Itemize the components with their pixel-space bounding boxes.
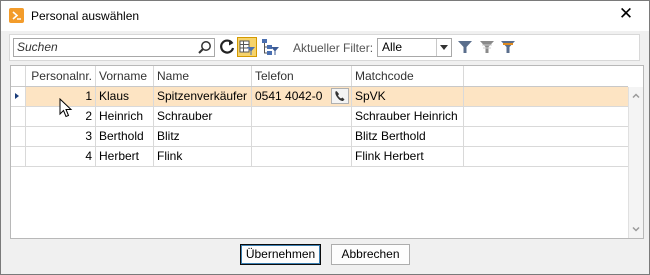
table-row[interactable]: 3 Berthold Blitz Blitz Berthold [11,127,628,147]
filter-select[interactable]: Alle [377,38,452,57]
column-header-name[interactable]: Name [154,66,252,86]
table-row[interactable]: 1 Klaus Spitzenverkäufer 0541 4042-0 SpV… [11,87,628,107]
cell-empty [464,127,628,146]
column-header-empty [464,66,628,86]
apply-button[interactable]: Übernehmen [240,244,321,265]
search-box[interactable] [13,38,215,57]
filter-label: Aktueller Filter: [293,41,374,55]
row-indicator [11,107,26,126]
telefon-value: 0541 4042-0 [255,89,323,103]
filter-clear-icon[interactable] [477,37,497,57]
column-header-matchcode[interactable]: Matchcode [352,66,464,86]
filter-icon[interactable] [455,37,475,57]
row-indicator [11,147,26,166]
cell-telefon[interactable] [252,127,352,146]
cell-telefon[interactable] [252,147,352,166]
search-icon[interactable] [197,40,212,55]
cell-matchcode[interactable]: Blitz Berthold [352,127,464,146]
refresh-icon[interactable] [217,37,237,57]
table-row[interactable]: 4 Herbert Flink Flink Herbert [11,147,628,167]
cell-personalnr[interactable]: 3 [26,127,96,146]
vertical-scrollbar[interactable] [628,87,643,238]
personal-table: Personalnr. Vorname Name Telefon Matchco… [10,65,644,239]
cell-matchcode[interactable]: Schrauber Heinrich [352,107,464,126]
cell-vorname[interactable]: Herbert [96,147,154,166]
cell-empty [464,147,628,166]
title-bar[interactable]: Personal auswählen ✕ [1,1,649,31]
app-icon [9,8,24,23]
table-row[interactable]: 2 Heinrich Schrauber Schrauber Heinrich [11,107,628,127]
window-title: Personal auswählen [31,9,140,23]
filter-value: Alle [382,40,403,54]
mouse-cursor-icon [59,98,73,118]
cell-name[interactable]: Spitzenverkäufer [154,87,252,106]
search-input[interactable] [17,40,187,54]
column-header-telefon[interactable]: Telefon [252,66,352,86]
cell-name[interactable]: Flink [154,147,252,166]
cell-personalnr[interactable]: 4 [26,147,96,166]
phone-icon [335,91,345,101]
cell-matchcode[interactable]: Flink Herbert [352,147,464,166]
cell-vorname[interactable]: Klaus [96,87,154,106]
cell-empty [464,87,628,106]
column-header-vorname[interactable]: Vorname [96,66,154,86]
dialog-window: Personal auswählen ✕ Suchen Aktueller Fi… [0,0,650,275]
scroll-down-icon[interactable] [631,224,641,234]
row-indicator [11,87,26,106]
cell-telefon[interactable] [252,107,352,126]
filter-tree-icon[interactable] [260,37,280,57]
cell-name[interactable]: Schrauber [154,107,252,126]
current-row-icon [15,93,19,99]
row-indicator [11,127,26,146]
cell-vorname[interactable]: Berthold [96,127,154,146]
dropdown-arrow-icon[interactable] [436,39,451,56]
cell-name[interactable]: Blitz [154,127,252,146]
cell-vorname[interactable]: Heinrich [96,107,154,126]
cancel-button[interactable]: Abbrechen [331,244,410,265]
header-indicator [11,66,26,86]
table-header: Personalnr. Vorname Name Telefon Matchco… [11,66,628,87]
close-button[interactable]: ✕ [603,1,649,31]
cell-telefon[interactable]: 0541 4042-0 [252,87,352,106]
filter-grid-button[interactable] [237,37,257,57]
toolbar: Aktueller Filter: Alle [9,34,640,61]
filter-grid-icon [239,40,255,55]
scroll-up-icon[interactable] [631,91,641,101]
phone-call-button[interactable] [331,88,349,104]
column-header-personalnr[interactable]: Personalnr. [26,66,96,86]
cell-empty [464,107,628,126]
cell-matchcode[interactable]: SpVK [352,87,464,106]
filter-edit-icon[interactable] [498,37,518,57]
